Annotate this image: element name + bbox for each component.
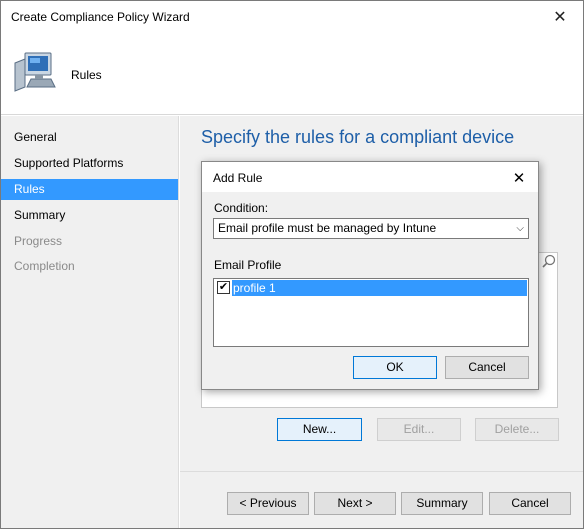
list-item[interactable]: ✔ profile 1 — [215, 280, 527, 296]
dialog-title-bar: Add Rule ✕ — [202, 162, 538, 192]
add-rule-dialog: Add Rule ✕ Condition: Email profile must… — [201, 161, 539, 390]
sidebar-item-completion: Completion — [14, 259, 75, 273]
footer-divider — [180, 471, 583, 472]
close-icon[interactable]: ✕ — [537, 1, 583, 33]
profile-label: profile 1 — [232, 280, 527, 296]
new-rule-button[interactable]: New... — [277, 418, 362, 441]
magnifier-icon[interactable] — [540, 253, 558, 271]
sidebar-item-supported-platforms[interactable]: Supported Platforms — [1, 153, 178, 174]
profile-checkbox[interactable]: ✔ — [217, 281, 230, 294]
previous-button[interactable]: < Previous — [227, 492, 309, 515]
sidebar-item-rules[interactable]: Rules — [1, 179, 178, 200]
summary-button[interactable]: Summary — [401, 492, 483, 515]
chevron-down-icon: ⌵ — [516, 223, 524, 234]
page-name: Rules — [71, 68, 102, 82]
dialog-title: Add Rule — [213, 171, 263, 185]
edit-rule-button[interactable]: Edit... — [377, 418, 461, 441]
ok-button[interactable]: OK — [353, 356, 437, 379]
sidebar-item-progress: Progress — [14, 234, 63, 248]
wizard-window: Create Compliance Policy Wizard ✕ Rules … — [0, 0, 584, 529]
condition-select[interactable]: Email profile must be managed by Intune … — [213, 218, 529, 239]
cancel-button[interactable]: Cancel — [489, 492, 571, 515]
next-button[interactable]: Next > — [314, 492, 396, 515]
dialog-cancel-button[interactable]: Cancel — [445, 356, 529, 379]
sidebar-item-summary[interactable]: Summary — [1, 205, 178, 226]
wizard-header: Rules — [1, 33, 583, 115]
window-title: Create Compliance Policy Wizard — [11, 10, 190, 24]
page-heading: Specify the rules for a compliant device — [201, 127, 515, 147]
condition-label: Condition: — [214, 201, 269, 215]
condition-value: Email profile must be managed by Intune — [218, 221, 437, 235]
email-profile-list[interactable]: ✔ profile 1 — [213, 278, 529, 347]
delete-rule-button[interactable]: Delete... — [475, 418, 559, 441]
computer-icon — [14, 52, 56, 92]
close-icon[interactable]: ✕ — [508, 167, 530, 189]
wizard-steps: General Supported Platforms Rules Summar… — [1, 116, 179, 528]
title-bar: Create Compliance Policy Wizard ✕ — [1, 1, 583, 33]
email-profile-label: Email Profile — [214, 258, 282, 272]
sidebar-item-general[interactable]: General — [1, 127, 178, 148]
